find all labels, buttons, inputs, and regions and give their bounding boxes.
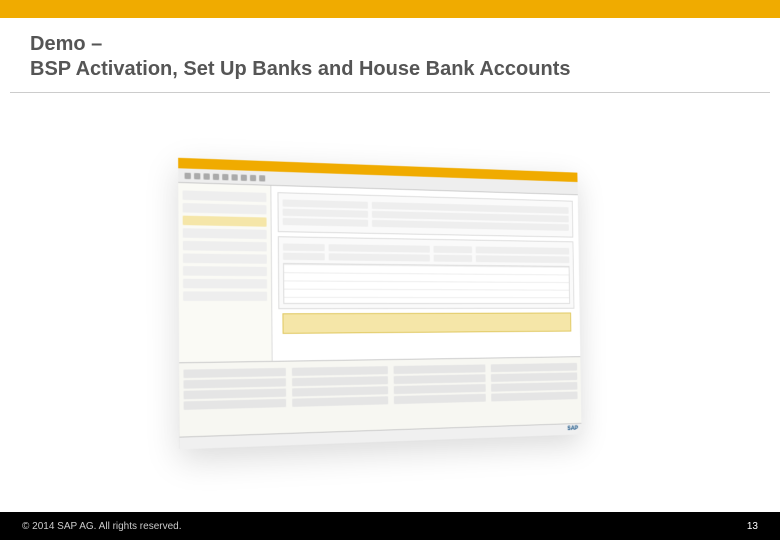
mock-lower-panel [179, 356, 581, 436]
screenshot-mockup: SAP [180, 165, 600, 441]
title-line-1: Demo – [30, 32, 750, 57]
accent-bar [0, 0, 780, 18]
title-line-2: BSP Activation, Set Up Banks and House B… [30, 57, 750, 82]
page-number: 13 [747, 521, 758, 532]
mock-highlight-panel [282, 313, 571, 334]
mock-header-panel [277, 192, 573, 237]
mock-grid [283, 263, 570, 304]
sap-logo: SAP [567, 426, 578, 432]
mock-detail-panel [278, 236, 575, 309]
slide-footer: © 2014 SAP AG. All rights reserved. 13 [0, 512, 780, 540]
mock-content [271, 186, 580, 361]
title-block: Demo – BSP Activation, Set Up Banks and … [10, 18, 770, 93]
copyright-text: © 2014 SAP AG. All rights reserved. [22, 521, 182, 532]
mock-sidebar [178, 183, 272, 362]
slide-body: SAP [0, 93, 780, 513]
mock-main [178, 183, 580, 362]
